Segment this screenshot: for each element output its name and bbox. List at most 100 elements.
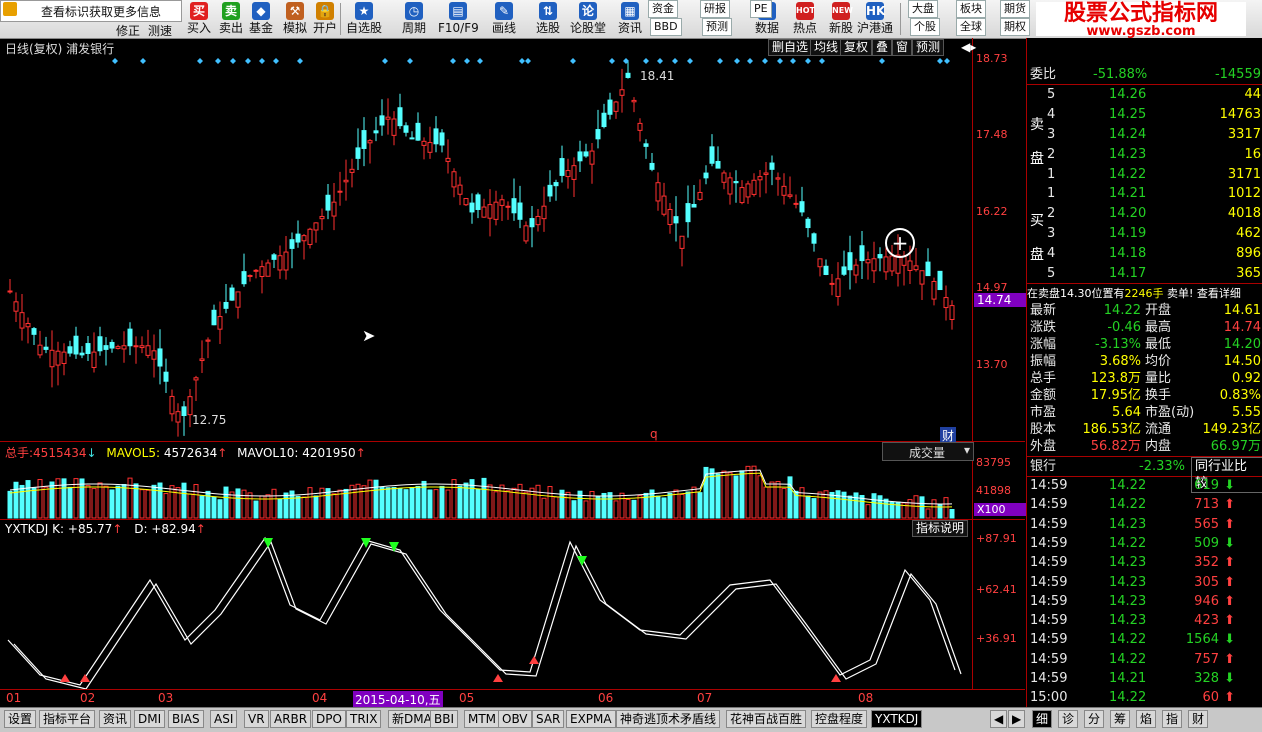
volume-bar <box>529 487 535 519</box>
volume-bar <box>931 499 937 519</box>
kdj-lines <box>7 536 962 689</box>
indicator-tab[interactable]: SAR <box>532 710 565 728</box>
toolbar-mini-button[interactable]: 大盘 <box>908 0 938 18</box>
indicator-tab[interactable]: ASI <box>210 710 238 728</box>
volume-tick: 83795 <box>976 456 1011 469</box>
ask-price: 14.24 <box>1109 127 1147 142</box>
panel-tab[interactable]: 分 <box>1084 710 1105 728</box>
toolbar-button[interactable]: 卖卖出 <box>216 0 246 38</box>
candle-body <box>805 218 811 229</box>
indicator-tab[interactable]: ARBR <box>270 710 312 728</box>
toolbar-button[interactable]: ⇅ 选股 <box>528 0 568 38</box>
toolbar-mini-button[interactable]: BBD <box>650 18 682 36</box>
tick-volume: 946 <box>1194 593 1219 609</box>
forum-icon: 论 <box>579 2 597 20</box>
volume-bar <box>187 493 193 519</box>
panel-tab[interactable]: 焰 <box>1136 710 1157 728</box>
scroll-left-icon[interactable]: ◀ <box>990 710 1008 728</box>
signal-diamond-icon <box>762 58 768 64</box>
panel-tab[interactable]: 指 <box>1162 710 1183 728</box>
volume-bar <box>667 492 673 519</box>
indicator-tab[interactable]: MTM <box>464 710 501 728</box>
indicator-tab[interactable]: EXPMA <box>566 710 616 728</box>
indicator-tab[interactable]: OBV <box>498 710 532 728</box>
scroll-right-icon[interactable]: ▶ <box>1008 710 1026 728</box>
indicator-tab[interactable]: DPO <box>312 710 346 728</box>
indicator-tab[interactable]: BIAS <box>168 710 204 728</box>
indicator-tab[interactable]: BBI <box>430 710 459 728</box>
toolbar-mini-button[interactable]: 板块 <box>956 0 986 18</box>
toolbar-button[interactable]: 论论股堂 <box>568 0 608 38</box>
f10-button[interactable]: ▤ F10/F9 <box>438 0 479 38</box>
fix-button[interactable]: 修正 <box>116 22 140 39</box>
clock-icon: ◷ <box>405 2 423 20</box>
tick-price: 14.22 <box>1109 632 1147 648</box>
toolbar-button-label: 数据 <box>754 21 779 35</box>
toolbar-button-label: 自选股 <box>345 21 382 35</box>
sell-notice-prefix: 在卖盘14.30位置有 <box>1027 287 1125 300</box>
indicator-tab[interactable]: 控盘程度 <box>811 710 868 728</box>
toolbar-button[interactable]: 🔒 开户 <box>310 0 340 38</box>
volume-bar <box>685 491 691 519</box>
candle-body <box>325 194 331 211</box>
toolbar-button[interactable]: HOT 热点 <box>786 0 824 38</box>
indicator-tab[interactable]: YXTKDJ <box>871 710 923 728</box>
signal-diamond-icon <box>609 58 615 64</box>
panel-tab[interactable]: 财 <box>1188 710 1209 728</box>
date-tick: 05 <box>459 691 475 705</box>
bid-volume: 365 <box>1236 266 1261 281</box>
ask-level: 1 <box>1047 167 1056 182</box>
candle-body <box>241 271 247 285</box>
price-chart-pane[interactable]: 日线(复权) 浦发银行 删自选 均线 复权叠窗预测 ◀▸ 18.73 17.48 1… <box>0 38 1027 444</box>
indicator-tab[interactable]: TRIX <box>346 710 382 728</box>
toolbar-button[interactable]: ◷ 周期 <box>394 0 434 38</box>
bid-row: 5 14.17 365 <box>1027 264 1262 283</box>
toolbar-mini-button[interactable]: 预测 <box>702 18 732 36</box>
indicator-tab[interactable]: 神奇逃顶术矛盾线 <box>616 710 721 728</box>
toolbar-button[interactable]: NEW 新股 <box>822 0 860 38</box>
toolbar-button[interactable]: ✎ 画线 <box>484 0 524 38</box>
volume-bar <box>331 493 337 519</box>
volume-bar <box>751 465 757 519</box>
candle-body <box>103 345 109 350</box>
indicator-tab[interactable]: 设置 <box>4 710 37 728</box>
panel-tab[interactable]: 筹 <box>1110 710 1131 728</box>
signal-diamond-icon <box>643 58 649 64</box>
indicator-tab[interactable]: 花神百战百胜 <box>726 710 807 728</box>
volume-bar <box>847 495 853 519</box>
toolbar-button[interactable]: ◆ 基金 <box>246 0 276 38</box>
panel-tab[interactable]: 诊 <box>1058 710 1079 728</box>
indicator-tab[interactable]: 指标平台 <box>39 710 96 728</box>
tick-row: 14:59 14.22 757 ⬆ <box>1027 650 1262 669</box>
toolbar-button[interactable]: ⚒ 模拟 <box>280 0 310 38</box>
toolbar-button[interactable]: ▦ 资讯 <box>610 0 650 38</box>
candle-body <box>859 245 865 262</box>
toolbar-button[interactable]: 买买入 <box>184 0 214 38</box>
volume-bar <box>571 500 577 519</box>
toolbar-button[interactable]: ★ 自选股 <box>344 0 384 38</box>
hot-icon: HOT <box>796 2 815 20</box>
toolbar-mini-button[interactable]: PE <box>750 0 772 18</box>
toolbar-mini-button[interactable]: 期货 <box>1000 0 1030 18</box>
tick-time: 14:59 <box>1030 478 1068 493</box>
kdj-indicator-pane[interactable]: YXTKDJ K: +85.77↑ D: +82.94↑ 指标说明 +87.91… <box>0 520 1025 690</box>
toolbar-mini-button[interactable]: 资金 <box>648 0 678 18</box>
toolbar-mini-button[interactable]: 全球 <box>956 18 986 36</box>
candle-body <box>223 301 229 309</box>
indicator-tab[interactable]: VR <box>244 710 269 728</box>
view-detail-link[interactable]: 查看详细 <box>1197 287 1241 300</box>
volume-pane[interactable]: 总手:4515434↓ MAVOL5: 4572634↑ MAVOL10: 42… <box>0 442 1027 520</box>
toolbar-button[interactable]: HK 沪港通 <box>856 0 894 38</box>
stat-label: 内盘 <box>1145 439 1172 454</box>
toolbar-mini-button[interactable]: 个股 <box>910 18 940 36</box>
price-tick: 18.73 <box>976 52 1008 65</box>
signal-diamond-icon <box>819 58 825 64</box>
indicator-tab[interactable]: 资讯 <box>99 710 132 728</box>
indicator-tab[interactable]: 新DMA <box>388 710 436 728</box>
toolbar-mini-button[interactable]: 期权 <box>1000 18 1030 36</box>
speed-test-button[interactable]: 测速 <box>148 22 172 39</box>
panel-tab[interactable]: 细 <box>1032 710 1053 728</box>
ask-row: 1 14.22 3171 <box>1027 165 1262 184</box>
indicator-tab[interactable]: DMI <box>134 710 166 728</box>
toolbar-mini-button[interactable]: 研报 <box>700 0 730 18</box>
